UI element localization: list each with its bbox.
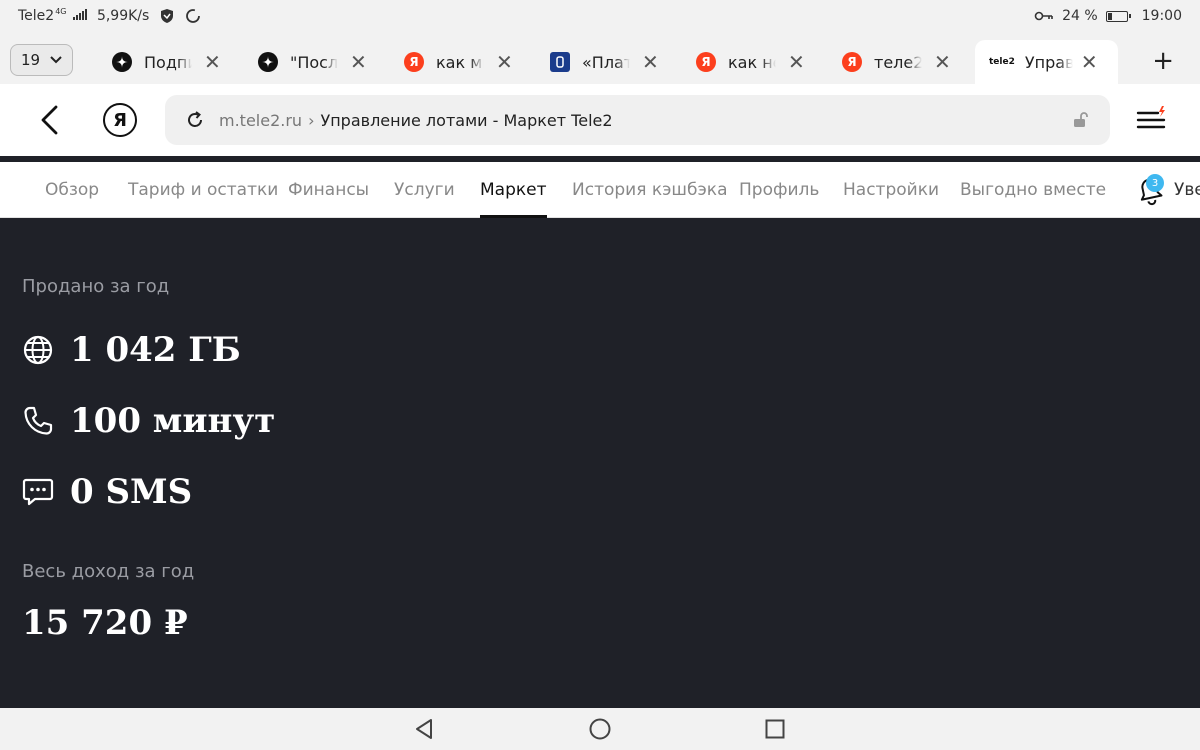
yandex-icon: Я (696, 52, 716, 72)
notification-badge: 3 (1146, 174, 1164, 192)
nav-home-icon[interactable] (588, 717, 612, 741)
dzen-icon (258, 52, 278, 72)
menu-icon[interactable] (1136, 106, 1166, 132)
close-icon[interactable]: ✕ (496, 52, 513, 72)
url-domain: m.tele2.ru (219, 110, 303, 130)
browser-tab[interactable]: Я как не ✕ (696, 40, 805, 84)
income-value: 15 720 ₽ (22, 603, 188, 643)
browser-tab[interactable]: Я теле2 л ✕ (842, 40, 951, 84)
dzen-icon (112, 52, 132, 72)
browser-tab-active[interactable]: tele2 Управл ✕ (975, 40, 1118, 84)
nav-item-together[interactable]: Выгодно вместе (960, 162, 1106, 218)
tab-counter-button[interactable]: 19 (10, 44, 73, 76)
reload-icon[interactable] (185, 110, 205, 130)
site-nav: Обзор Тариф и остатки Финансы Услуги Мар… (0, 162, 1200, 218)
nav-item-overview[interactable]: Обзор (45, 162, 99, 218)
site-icon (550, 52, 570, 72)
shield-icon (161, 9, 174, 23)
battery-percent: 24 % (1062, 8, 1098, 24)
network-speed: 5,99K/s (96, 8, 150, 24)
close-icon[interactable]: ✕ (1081, 52, 1098, 72)
nav-item-services[interactable]: Услуги (394, 162, 455, 218)
nav-back-icon[interactable] (413, 717, 437, 741)
battery-icon (1105, 10, 1131, 22)
status-bar: Tele24G 5,99K/s 24 % 19:00 (0, 0, 1200, 32)
browser-tab[interactable]: "После ✕ (258, 40, 367, 84)
income-label: Весь доход за год (22, 561, 195, 582)
sold-label: Продано за год (22, 276, 170, 297)
tele2-icon: tele2 (989, 57, 1015, 67)
close-icon[interactable]: ✕ (934, 52, 951, 72)
yandex-home-button[interactable]: Я (103, 103, 137, 137)
signal-icon (72, 8, 87, 20)
tab-count: 19 (20, 51, 41, 69)
browser-tab[interactable]: Я как мы ✕ (404, 40, 513, 84)
sync-icon (186, 9, 201, 23)
globe-icon (23, 335, 53, 365)
nav-item-tariff[interactable]: Тариф и остатки (128, 162, 278, 218)
stat-value: 0 SMS (70, 472, 193, 512)
url-field[interactable]: m.tele2.ru › Управление лотами - Маркет … (165, 95, 1110, 145)
carrier-name: Tele24G (18, 8, 87, 24)
address-bar: Я m.tele2.ru › Управление лотами - Марке… (0, 84, 1200, 156)
nav-item-cashback-history[interactable]: История кэшбэка (572, 162, 728, 218)
stat-row-minutes: 100 минут (22, 401, 275, 441)
browser-tab[interactable]: Подписка ✕ (112, 40, 221, 84)
nav-item-settings[interactable]: Настройки (843, 162, 939, 218)
tab-bar: 19 Подписка ✕ "После ✕ Я как мы ✕ «Плати… (0, 32, 1200, 84)
sms-icon (22, 478, 54, 506)
new-tab-button[interactable]: + (1152, 48, 1174, 74)
url-separator: › (308, 110, 315, 130)
close-icon[interactable]: ✕ (204, 52, 221, 72)
nav-recents-icon[interactable] (763, 717, 787, 741)
back-arrow-icon[interactable] (36, 104, 64, 136)
close-icon[interactable]: ✕ (788, 52, 805, 72)
stat-row-data: 1 042 ГБ (22, 330, 241, 370)
close-icon[interactable]: ✕ (350, 52, 367, 72)
stat-value: 100 минут (70, 401, 276, 441)
browser-tab[interactable]: «Плати ✕ (550, 40, 659, 84)
clock: 19:00 (1141, 8, 1182, 24)
stat-value: 1 042 ГБ (70, 330, 241, 370)
nav-item-profile[interactable]: Профиль (739, 162, 819, 218)
key-icon (1034, 11, 1053, 21)
stat-row-sms: 0 SMS (22, 472, 192, 512)
system-nav-bar (0, 708, 1200, 750)
nav-item-market[interactable]: Маркет (480, 162, 547, 218)
chevron-down-icon (50, 56, 62, 64)
url-page-title: Управление лотами - Маркет Tele2 (320, 110, 613, 130)
phone-icon (24, 406, 53, 435)
market-stats-panel: Продано за год 1 042 ГБ 100 минут 0 SMS … (0, 218, 1200, 708)
unlock-icon[interactable] (1072, 111, 1090, 129)
yandex-icon: Я (842, 52, 862, 72)
close-icon[interactable]: ✕ (642, 52, 659, 72)
yandex-icon: Я (404, 52, 424, 72)
nav-item-finance[interactable]: Финансы (288, 162, 369, 218)
notifications-label[interactable]: Уве (1174, 162, 1200, 218)
